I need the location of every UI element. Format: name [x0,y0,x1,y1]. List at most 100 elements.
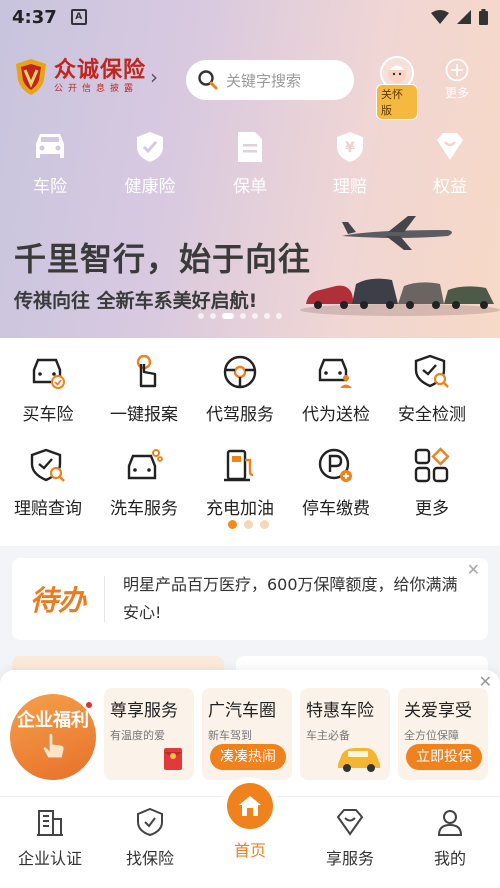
welfare-card-discount-car-insurance[interactable]: 特惠车险 车主必备 [300,688,390,780]
heart-diamond-icon [336,809,364,836]
quicknav-benefits[interactable]: 权益 [400,130,500,200]
svc-inspection-delivery[interactable]: 代为送检 [288,352,384,442]
quicknav-label: 理赔 [333,177,367,197]
services-page-dot[interactable] [260,520,269,529]
welfare-entry-button[interactable]: 企业福利 [10,694,96,780]
wcard-title: 尊享服务 [110,701,178,721]
join-button[interactable]: 凑凑热闹 [210,744,286,770]
svc-one-click-report[interactable]: 一键报案 [96,352,192,442]
welfare-card-care-enjoy[interactable]: 关爱享受 全方位保障 立即投保 [398,688,488,780]
care-mode-button[interactable]: 关怀版 [376,56,418,120]
logo-sub: 公开信息披露 [54,84,139,94]
brand-logo[interactable]: 众诚保险 公开信息披露 › [14,58,158,96]
todo-label: 待办 [29,584,86,617]
search-placeholder: 关键字搜索 [226,71,302,90]
svc-label: 买车险 [22,405,74,425]
nav-label: 首页 [233,841,266,860]
logo-name: 众诚保险 [54,58,147,83]
nav-label: 享服务 [325,849,374,868]
welfare-card-gac-circle[interactable]: 广汽车圈 新车驾到 凑凑热闹 [202,688,292,780]
accessibility-icon: A [70,9,87,25]
wcard-subtitle: 新车驾到 [208,729,252,742]
todo-text: 明星产品百万医疗，600万保障额度，给你满满安心! [123,575,458,622]
quicknav-car-insurance[interactable]: 车险 [0,130,100,200]
banner-dot[interactable] [210,313,216,319]
logo-text: 众诚保险 公开信息披露 [54,59,146,95]
status-bar: 4:37 A [0,0,500,34]
svc-parking-payment[interactable]: 停车缴费 [288,446,384,536]
shield-check-icon [137,807,163,837]
wcard-title: 特惠车险 [306,701,374,721]
enterprise-welfare-panel: ✕ 企业福利 尊享服务 有温度的爱 广汽车圈 新车驾到 凑凑热闹 特惠车险 车主… [0,670,500,796]
car-wash-icon [124,446,164,486]
banner-dot[interactable] [264,313,270,319]
chevron-right-icon: › [150,65,159,89]
nav-find-insurance[interactable]: 找保险 [100,797,200,888]
nav-mine[interactable]: 我的 [400,797,500,888]
svc-designated-driver[interactable]: 代驾服务 [192,352,288,442]
services-page-dot[interactable] [228,520,237,529]
wcard-title: 关爱享受 [404,701,472,721]
document-icon [238,132,262,162]
quicknav-policy[interactable]: 保单 [200,130,300,200]
svc-claim-query[interactable]: 理赔查询 [0,446,96,536]
banner-dot[interactable] [222,313,234,319]
banner-title[interactable]: 千里智行，始于向往 [14,234,311,280]
svc-label: 停车缴费 [302,499,370,519]
welfare-card-vip-service[interactable]: 尊享服务 有温度的爱 [104,688,194,780]
safety-check-icon [412,352,452,392]
svc-label: 代驾服务 [206,405,274,425]
search-icon [198,70,218,90]
home-button [227,783,273,829]
wcard-subtitle: 有温度的爱 [110,729,165,742]
more-label: 更多 [444,86,469,100]
svc-label: 洗车服务 [110,499,178,519]
close-icon[interactable]: ✕ [467,560,480,579]
shield-check-icon [137,132,163,162]
nav-enterprise-auth[interactable]: 企业认证 [0,797,100,888]
parking-icon [316,446,356,486]
nav-label: 找保险 [125,849,174,868]
svc-label: 安全检测 [398,405,466,425]
svc-label: 理赔查询 [14,499,82,519]
quicknav-label: 健康险 [124,177,176,197]
heart-badge-icon [437,133,463,160]
nav-label: 我的 [433,849,466,868]
more-button[interactable]: 更多 [440,58,474,101]
yen-shield-icon: ¥ [337,132,363,162]
shield-logo-icon [16,59,46,95]
status-icons [431,9,488,25]
nav-home[interactable]: 首页 [200,783,300,888]
quicknav-health-insurance[interactable]: 健康险 [100,130,200,200]
svc-more[interactable]: 更多 [384,446,480,536]
top-bar: 众诚保险 公开信息披露 › 关键字搜索 关怀版 更多 [0,56,500,120]
quicknav-label: 权益 [433,177,467,197]
services-pagination [228,520,269,529]
grid-more-icon [412,446,452,486]
quicknav-claims[interactable]: ¥ 理赔 [300,130,400,200]
svc-safety-check[interactable]: 安全检测 [384,352,480,442]
yellow-car-icon [338,748,380,772]
insure-now-button[interactable]: 立即投保 [406,744,482,770]
banner-dot[interactable] [198,313,204,319]
nav-label: 企业认证 [17,849,82,868]
wcard-subtitle: 车主必备 [306,729,350,742]
battery-icon [479,9,488,25]
svc-car-wash[interactable]: 洗车服务 [96,446,192,536]
services-page-dot[interactable] [244,520,253,529]
banner-dot[interactable] [240,313,246,319]
todo-card[interactable]: 待办 明星产品百万医疗，600万保障额度，给你满满安心! ✕ [12,558,488,640]
banner-dot[interactable] [276,313,282,319]
svg-text:¥: ¥ [345,140,355,156]
plus-circle-icon [445,58,469,82]
quicknav-label: 保单 [233,177,267,197]
banner-subtitle[interactable]: 传祺向往 全新车系美好启航! [14,286,257,313]
search-input[interactable]: 关键字搜索 [186,60,354,100]
services-grid: 买车险 一键报案 代驾服务 代为送检 安全检测 理赔查询 洗车服务 充电加油 停… [0,338,500,546]
nav-enjoy-services[interactable]: 享服务 [300,797,400,888]
red-envelope-icon [164,748,182,770]
banner-dot[interactable] [252,313,258,319]
fuel-charge-icon [220,446,260,486]
svc-buy-car-insurance[interactable]: 买车险 [0,352,96,442]
quicknav-label: 车险 [33,177,67,197]
